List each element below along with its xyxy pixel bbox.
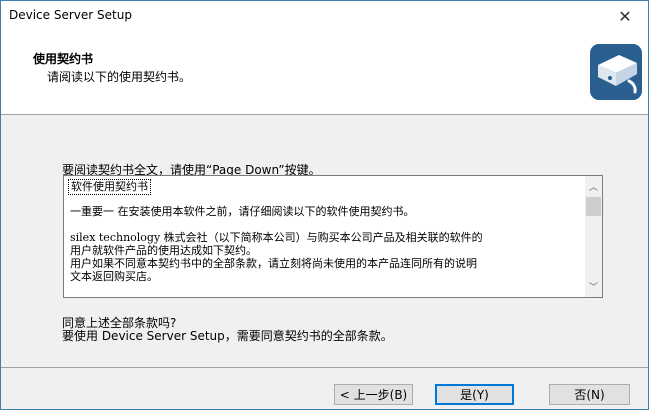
chevron-down-icon: ﹀ — [588, 283, 598, 293]
page-subtitle: 请阅读以下的使用契约书。 — [47, 70, 192, 84]
close-icon: ✕ — [618, 6, 632, 26]
license-paragraph: 用户如果不同意本契约书中的全部条款，请立刻将尚未使用的本产品连同所有的说明 — [70, 257, 477, 270]
setup-window: Device Server Setup ✕ 使用契约书 请阅读以下的使用契约书。… — [0, 0, 649, 410]
device-server-icon — [590, 44, 642, 100]
scroll-down-button[interactable]: ﹀ — [585, 280, 602, 297]
question-note: 要使用 Device Server Setup，需要同意契约书的全部条款。 — [62, 329, 393, 343]
license-scrollbar[interactable]: ︿ ﹀ — [585, 176, 602, 297]
license-doc-title: 软件使用契约书 — [68, 179, 151, 195]
wizard-header: 使用契约书 请阅读以下的使用契约书。 — [1, 32, 648, 115]
scroll-thumb[interactable] — [586, 197, 601, 216]
footer-divider — [1, 367, 648, 368]
license-textbox[interactable]: 软件使用契约书 一重要一 在安装使用本软件之前，请仔细阅读以下的软件使用契约书。… — [63, 175, 603, 298]
title-bar: Device Server Setup ✕ — [1, 1, 648, 32]
scroll-up-button[interactable]: ︿ — [585, 180, 602, 197]
window-title: Device Server Setup — [9, 8, 132, 22]
license-paragraph: 一重要一 在安装使用本软件之前，请仔细阅读以下的软件使用契约书。 — [70, 205, 415, 218]
yes-button[interactable]: 是(Y) — [435, 384, 514, 405]
license-paragraph: 文本返回购买店。 — [70, 270, 158, 283]
no-button[interactable]: 否(N) — [549, 384, 630, 405]
license-paragraph: silex technology 株式会社（以下简称本公司）与购买本公司产品及相… — [70, 231, 483, 244]
agreement-question: 同意上述全部条款吗? 要使用 Device Server Setup，需要同意契… — [62, 317, 393, 343]
close-button[interactable]: ✕ — [602, 1, 648, 31]
chevron-up-icon: ︿ — [588, 183, 598, 193]
back-button[interactable]: < 上一步(B) — [334, 384, 413, 405]
license-paragraph: 用户就软件产品的使用达成如下契约。 — [70, 244, 257, 257]
page-title: 使用契约书 — [33, 52, 94, 66]
